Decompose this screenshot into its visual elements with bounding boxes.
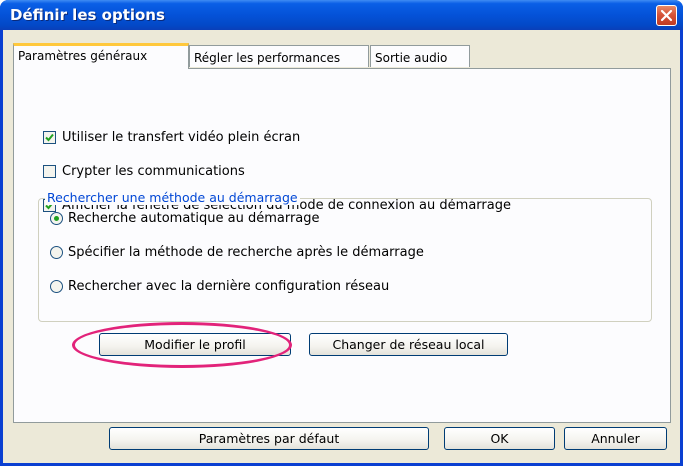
tab-performance[interactable]: Régler les performances — [189, 45, 369, 67]
options-dialog: Définir les options Paramètres généraux … — [0, 0, 683, 466]
tab-general[interactable]: Paramètres généraux — [13, 43, 189, 69]
highlight-ellipse — [72, 322, 292, 368]
dialog-body: Paramètres généraux Régler les performan… — [3, 30, 680, 463]
tab-audio[interactable]: Sortie audio — [370, 45, 470, 67]
search-method-group: Rechercher une méthode au démarrage Rech… — [38, 190, 652, 322]
tab-label: Régler les performances — [194, 51, 341, 65]
checkmark-icon — [45, 133, 54, 142]
cancel-button[interactable]: Annuler — [564, 427, 667, 450]
checkbox-fullscreen-video[interactable]: Utiliser le transfert vidéo plein écran — [43, 130, 300, 145]
radio-button[interactable] — [50, 212, 63, 225]
radio-button[interactable] — [50, 246, 63, 259]
group-legend: Rechercher une méthode au démarrage — [45, 190, 300, 205]
defaults-button[interactable]: Paramètres par défaut — [109, 427, 429, 450]
title-bar[interactable]: Définir les options — [0, 0, 683, 30]
tab-panel-general: Utiliser le transfert vidéo plein écran … — [13, 68, 671, 423]
window-title: Définir les options — [10, 6, 165, 24]
radio-last-network[interactable]: Rechercher avec la dernière configuratio… — [50, 279, 389, 294]
checkbox-encrypt[interactable]: Crypter les communications — [43, 164, 245, 179]
radio-label: Recherche automatique au démarrage — [68, 211, 320, 226]
tab-label: Paramètres généraux — [18, 49, 148, 63]
radio-auto-search[interactable]: Recherche automatique au démarrage — [50, 211, 320, 226]
checkbox-box[interactable] — [43, 131, 56, 144]
checkbox-label: Utiliser le transfert vidéo plein écran — [62, 130, 301, 145]
radio-label: Spécifier la méthode de recherche après … — [68, 245, 424, 260]
radio-button[interactable] — [50, 280, 63, 293]
close-icon — [660, 9, 673, 22]
radio-specify-method[interactable]: Spécifier la méthode de recherche après … — [50, 245, 424, 260]
tab-label: Sortie audio — [375, 51, 448, 65]
radio-label: Rechercher avec la dernière configuratio… — [68, 279, 390, 294]
ok-button[interactable]: OK — [444, 427, 555, 450]
change-lan-button[interactable]: Changer de réseau local — [309, 333, 508, 356]
checkbox-label: Crypter les communications — [62, 164, 245, 179]
checkbox-box[interactable] — [43, 165, 56, 178]
close-button[interactable] — [656, 5, 677, 26]
